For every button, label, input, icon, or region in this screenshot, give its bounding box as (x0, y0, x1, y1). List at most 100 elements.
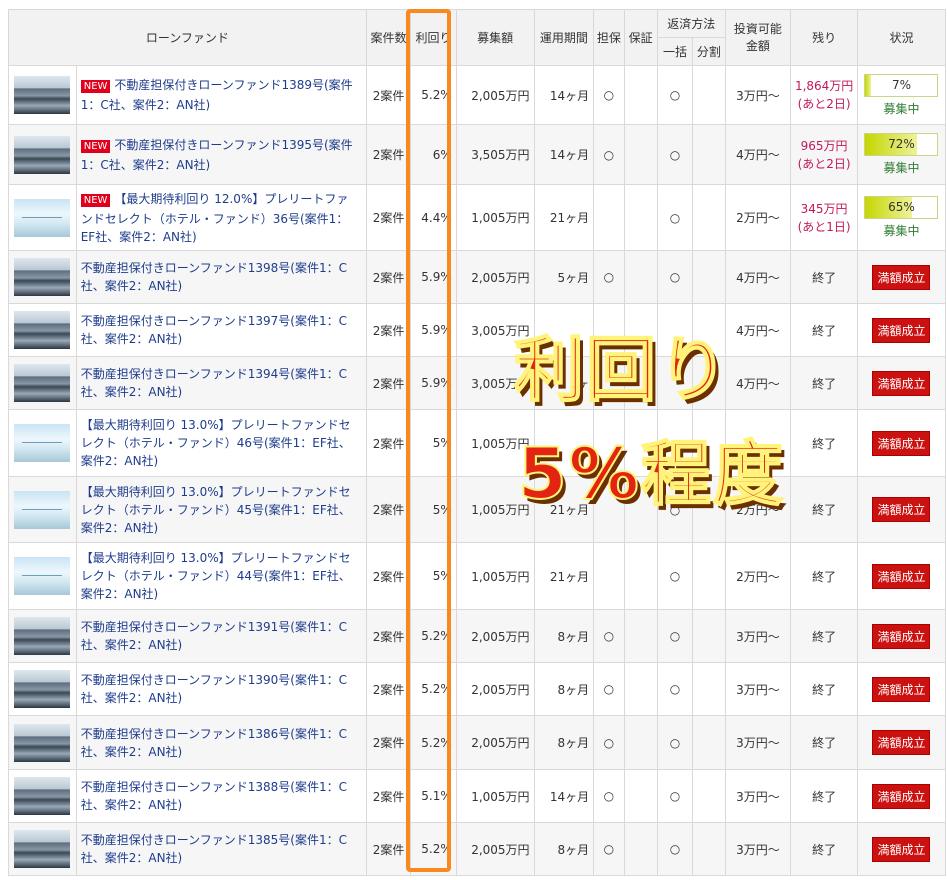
fund-name-link[interactable]: 【最大期待利回り 13.0%】プレリートファンドセレクト（ホテル・ファンド）46… (81, 418, 351, 468)
fund-name-link[interactable]: 不動産担保付きローンファンド1395号(案件1：C社、案件2：AN社) (81, 138, 353, 172)
fund-name-link[interactable]: 不動産担保付きローンファンド1391号(案件1：C社、案件2：AN社) (81, 620, 347, 652)
collateral-cell (593, 184, 625, 251)
fund-name-cell[interactable]: 不動産担保付きローンファンド1391号(案件1：C社、案件2：AN社) (75, 609, 367, 663)
status-badge-full: 満額成立 (872, 497, 931, 522)
period-cell: 8ヶ月 (533, 822, 595, 876)
fund-thumbnail[interactable] (14, 76, 70, 114)
fund-thumb-cell[interactable] (8, 609, 77, 663)
fund-thumbnail[interactable] (14, 490, 70, 529)
fund-name-cell[interactable]: NEW 不動産担保付きローンファンド1395号(案件1：C社、案件2：AN社) (75, 124, 367, 185)
cases-cell: 2案件 (365, 409, 412, 477)
fund-name-cell[interactable]: NEW 【最大期待利回り 12.0%】プレリートファンドセレクト（ホテル・ファンド… (75, 184, 367, 251)
fund-name-link[interactable]: 不動産担保付きローンファンド1397号(案件1：C社、案件2：AN社) (81, 314, 347, 346)
header-amount: 募集額 (455, 9, 535, 66)
table-row[interactable]: 不動産担保付きローンファンド1398号(案件1：C社、案件2：AN社) 2案件 5.… (8, 250, 947, 304)
fund-thumbnail[interactable] (14, 617, 70, 655)
fund-name-cell[interactable]: 不動産担保付きローンファンド1385号(案件1：C社、案件2：AN社) (75, 822, 367, 876)
table-row[interactable]: NEW 不動産担保付きローンファンド1395号(案件1：C社、案件2：AN社) 2案… (8, 124, 947, 185)
progress-bar: 72% (864, 133, 939, 156)
fund-name-link[interactable]: 不動産担保付きローンファンド1394号(案件1：C社、案件2：AN社) (81, 367, 347, 399)
fund-thumbnail[interactable] (14, 723, 70, 762)
period-cell: 8ヶ月 (533, 609, 595, 663)
fund-thumbnail[interactable] (14, 258, 70, 296)
period-cell: 21ヶ月 (533, 184, 595, 251)
repay-split-cell (692, 769, 726, 823)
collateral-cell: ○ (593, 715, 625, 770)
table-row[interactable]: 不動産担保付きローンファンド1385号(案件1：C社、案件2：AN社) 2案件 5.… (8, 822, 947, 876)
fund-thumb-cell[interactable] (8, 356, 77, 410)
fund-thumb-cell[interactable] (8, 250, 77, 304)
collateral-cell: ○ (593, 662, 625, 716)
fund-name-cell[interactable]: 【最大期待利回り 13.0%】プレリートファンドセレクト（ホテル・ファンド）45… (75, 476, 367, 543)
table-row[interactable]: 不動産担保付きローンファンド1397号(案件1：C社、案件2：AN社) 2案件 5.… (8, 303, 947, 357)
yield-cell: 5.9% (410, 250, 457, 304)
remain-cell: 終了 (790, 662, 858, 716)
fund-name-cell[interactable]: 【最大期待利回り 13.0%】プレリートファンドセレクト（ホテル・ファンド）46… (75, 409, 367, 477)
fund-thumbnail[interactable] (14, 830, 70, 868)
header-repay: 返済方法 (656, 9, 726, 38)
fund-name-cell[interactable]: 不動産担保付きローンファンド1394号(案件1：C社、案件2：AN社) (75, 356, 367, 410)
remain-cell: 1,864万円 (あと2日) (790, 65, 858, 125)
table-row[interactable]: NEW 不動産担保付きローンファンド1389号(案件1：C社、案件2：AN社) 2案… (8, 65, 947, 125)
header-yield: 利回り (410, 9, 457, 66)
fund-name-link[interactable]: 不動産担保付きローンファンド1398号(案件1：C社、案件2：AN社) (81, 261, 347, 293)
table-row[interactable]: 【最大期待利回り 13.0%】プレリートファンドセレクト（ホテル・ファンド）46… (8, 409, 947, 477)
table-row[interactable]: 不動産担保付きローンファンド1386号(案件1：C社、案件2：AN社) 2案件 5.… (8, 715, 947, 770)
fund-thumbnail[interactable] (14, 777, 70, 815)
status-cell: 72% 募集中 (856, 124, 947, 185)
fund-name-link[interactable]: 不動産担保付きローンファンド1388号(案件1：C社、案件2：AN社) (81, 780, 347, 812)
fund-name-cell[interactable]: 不動産担保付きローンファンド1386号(案件1：C社、案件2：AN社) (75, 715, 367, 770)
fund-name-link[interactable]: 不動産担保付きローンファンド1385号(案件1：C社、案件2：AN社) (81, 833, 347, 865)
fund-name-cell[interactable]: 不動産担保付きローンファンド1397号(案件1：C社、案件2：AN社) (75, 303, 367, 357)
fund-thumb-cell[interactable] (8, 409, 77, 477)
fund-thumb-cell[interactable] (8, 476, 77, 543)
fund-thumb-cell[interactable] (8, 124, 77, 185)
amount-cell: 2,005万円 (455, 715, 535, 770)
fund-name-link[interactable]: 不動産担保付きローンファンド1390号(案件1：C社、案件2：AN社) (81, 673, 347, 705)
table-row[interactable]: 不動産担保付きローンファンド1394号(案件1：C社、案件2：AN社) 2案件 5.… (8, 356, 947, 410)
table-row[interactable]: 不動産担保付きローンファンド1390号(案件1：C社、案件2：AN社) 2案件 5.… (8, 662, 947, 716)
status-cell: 65% 募集中 (856, 184, 947, 251)
fund-name-cell[interactable]: 不動産担保付きローンファンド1398号(案件1：C社、案件2：AN社) (75, 250, 367, 304)
remain-days: (あと2日) (797, 97, 851, 111)
fund-name-link[interactable]: 【最大期待利回り 12.0%】プレリートファンドセレクト（ホテル・ファンド）36… (81, 192, 349, 244)
fund-thumb-cell[interactable] (8, 184, 77, 251)
repay-split-cell (692, 184, 726, 251)
fund-name-cell[interactable]: 【最大期待利回り 13.0%】プレリートファンドセレクト（ホテル・ファンド）44… (75, 542, 367, 610)
guarantee-cell (623, 609, 658, 663)
table-row[interactable]: NEW 【最大期待利回り 12.0%】プレリートファンドセレクト（ホテル・ファンド… (8, 184, 947, 251)
fund-thumb-cell[interactable] (8, 769, 77, 823)
table-row[interactable]: 不動産担保付きローンファンド1391号(案件1：C社、案件2：AN社) 2案件 5.… (8, 609, 947, 663)
fund-thumbnail[interactable] (14, 424, 70, 462)
header-collateral: 担保 (593, 9, 625, 66)
fund-thumb-cell[interactable] (8, 542, 77, 610)
table-row[interactable]: 不動産担保付きローンファンド1388号(案件1：C社、案件2：AN社) 2案件 5.… (8, 769, 947, 823)
repay-split-cell (692, 124, 726, 185)
fund-name-cell[interactable]: 不動産担保付きローンファンド1390号(案件1：C社、案件2：AN社) (75, 662, 367, 716)
fund-name-link[interactable]: 【最大期待利回り 13.0%】プレリートファンドセレクト（ホテル・ファンド）44… (81, 551, 351, 601)
fund-thumbnail[interactable] (14, 311, 70, 349)
progress-bar: 65% (864, 196, 939, 219)
fund-thumb-cell[interactable] (8, 715, 77, 770)
fund-thumbnail[interactable] (14, 198, 70, 237)
fund-thumb-cell[interactable] (8, 822, 77, 876)
fund-thumb-cell[interactable] (8, 303, 77, 357)
table-row[interactable]: 【最大期待利回り 13.0%】プレリートファンドセレクト（ホテル・ファンド）44… (8, 542, 947, 610)
repay-split-cell (692, 662, 726, 716)
fund-name-link[interactable]: 不動産担保付きローンファンド1386号(案件1：C社、案件2：AN社) (81, 727, 347, 759)
fund-thumb-cell[interactable] (8, 65, 77, 125)
amount-cell: 2,005万円 (455, 65, 535, 125)
fund-thumb-cell[interactable] (8, 662, 77, 716)
fund-thumbnail[interactable] (14, 670, 70, 708)
fund-thumbnail[interactable] (14, 557, 70, 595)
fund-thumbnail[interactable] (14, 364, 70, 402)
status-badge-full: 満額成立 (872, 264, 931, 290)
period-cell: 8ヶ月 (533, 715, 595, 770)
amount-cell: 1,005万円 (455, 184, 535, 251)
fund-thumbnail[interactable] (14, 135, 70, 174)
fund-name-cell[interactable]: NEW 不動産担保付きローンファンド1389号(案件1：C社、案件2：AN社) (75, 65, 367, 125)
fund-name-cell[interactable]: 不動産担保付きローンファンド1388号(案件1：C社、案件2：AN社) (75, 769, 367, 823)
table-row[interactable]: 【最大期待利回り 13.0%】プレリートファンドセレクト（ホテル・ファンド）45… (8, 476, 947, 543)
fund-name-link[interactable]: 不動産担保付きローンファンド1389号(案件1：C社、案件2：AN社) (81, 78, 353, 112)
fund-name-link[interactable]: 【最大期待利回り 13.0%】プレリートファンドセレクト（ホテル・ファンド）45… (81, 485, 351, 535)
